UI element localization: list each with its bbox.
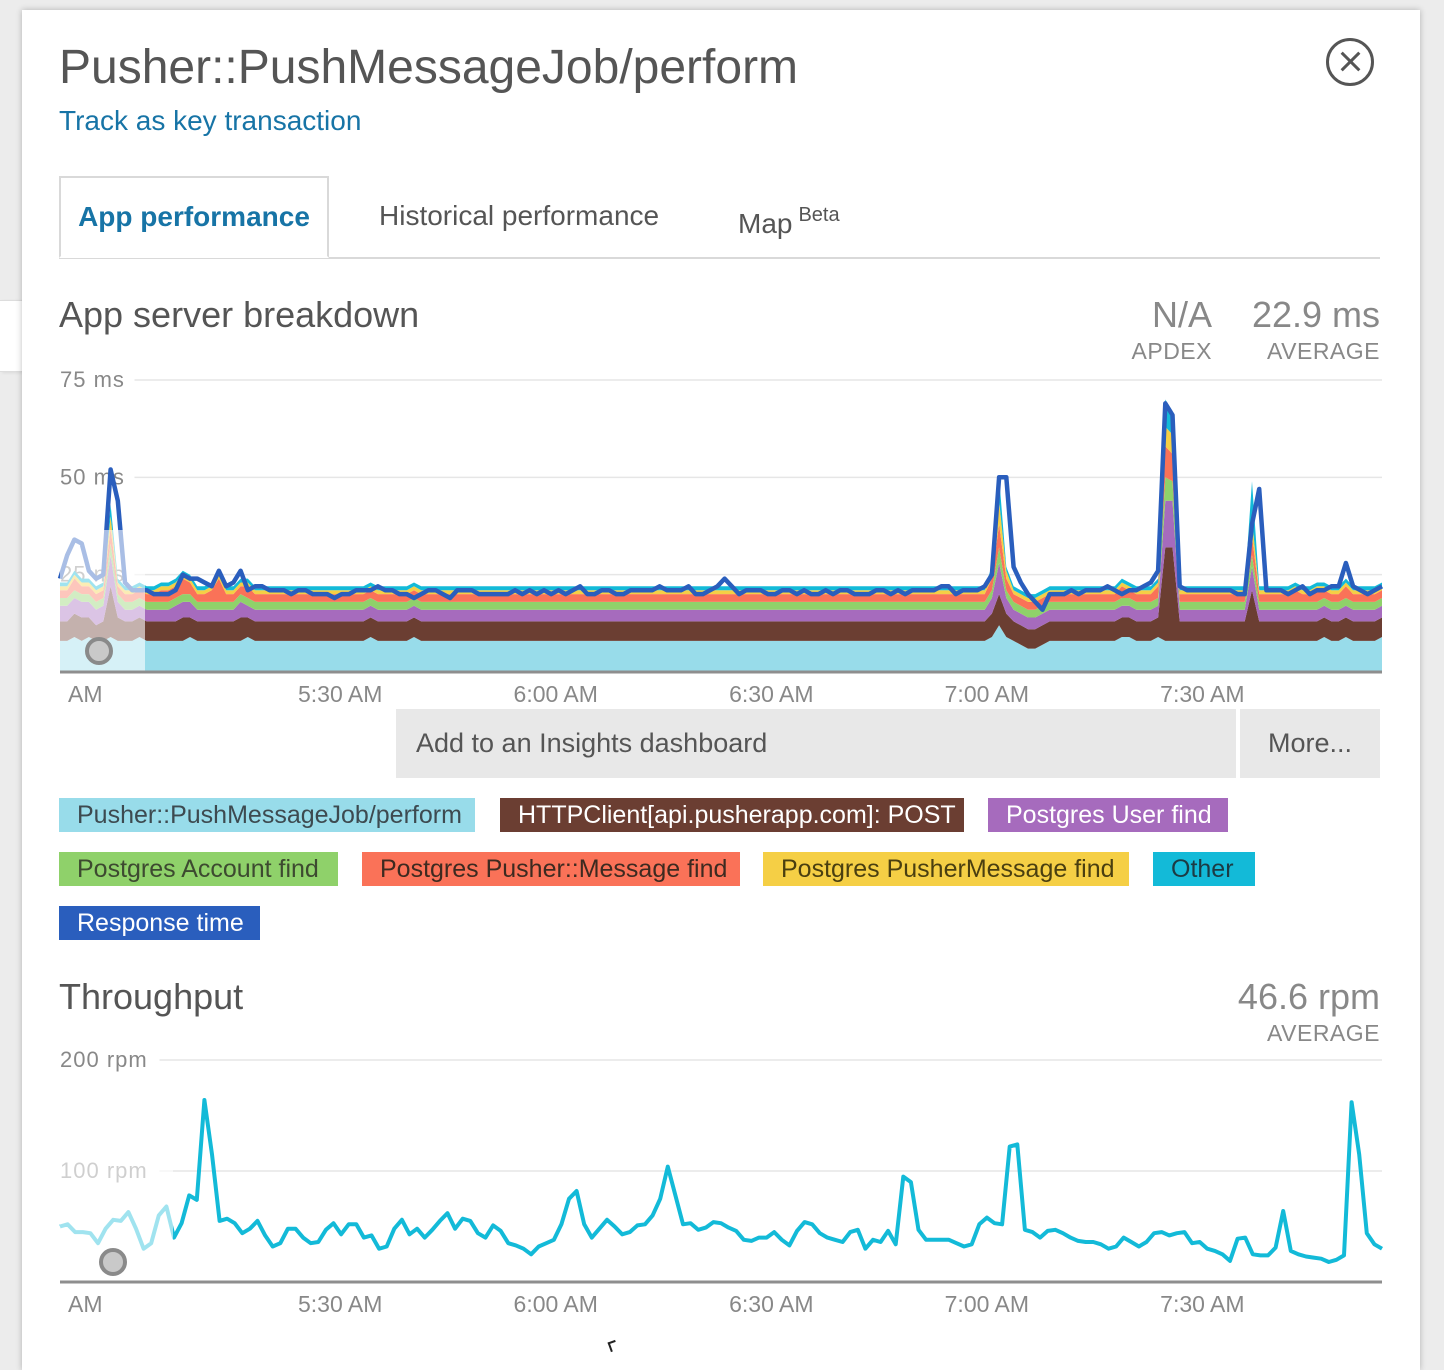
area-series: [60, 500, 1382, 630]
breakdown-title: App server breakdown: [59, 294, 420, 335]
area-series: [60, 426, 1382, 602]
x-tick-label: 7:00 AM: [945, 681, 1029, 707]
tab-map-label: Map: [738, 208, 793, 239]
add-to-insights-button[interactable]: Add to an Insights dashboard: [396, 709, 1236, 778]
area-series: [60, 399, 1382, 598]
more-button[interactable]: More...: [1240, 709, 1380, 778]
apdex-value: N/A: [1151, 294, 1212, 335]
x-tick-label: 6:00 AM: [514, 1291, 598, 1317]
legend-item-postgres-pushermessage-find[interactable]: Postgres PusherMessage find: [763, 852, 1129, 886]
beta-badge: Beta: [798, 204, 840, 226]
x-tick-label: 6:00 AM: [514, 681, 598, 707]
throughput-title: Throughput: [59, 976, 244, 1017]
throughput-line: [59, 1098, 1384, 1264]
close-icon[interactable]: [1326, 38, 1374, 86]
y-tick-label: 200 rpm: [60, 1047, 148, 1072]
y-tick-label: 75 ms: [60, 367, 125, 392]
legend-item-other[interactable]: Other: [1153, 852, 1255, 886]
tab-map[interactable]: Map Beta: [738, 204, 840, 240]
breakdown-average-value: 22.9 ms: [1251, 294, 1380, 335]
range-handle-icon: [85, 637, 113, 665]
x-tick-label: AM: [68, 681, 103, 707]
x-tick-label: 6:30 AM: [729, 681, 813, 707]
transaction-detail-panel: Pusher::PushMessageJob/perform Track as …: [22, 10, 1420, 1370]
legend-item-pushmessagejob[interactable]: Pusher::PushMessageJob/perform: [59, 798, 475, 832]
throughput-chart[interactable]: 200 rpm100 rpmAM5:30 AM6:00 AM6:30 AM7:0…: [22, 1035, 1420, 1335]
track-key-transaction-link[interactable]: Track as key transaction: [59, 105, 361, 137]
tab-app-performance[interactable]: App performance: [59, 176, 329, 258]
legend-item-httpclient-post[interactable]: HTTPClient[api.pusherapp.com]: POST: [500, 798, 964, 832]
breakdown-chart[interactable]: 75 ms50 ms25 msAM5:30 AM6:00 AM6:30 AM7:…: [22, 350, 1420, 720]
legend-item-response-time[interactable]: Response time: [59, 906, 260, 940]
tab-historical-performance[interactable]: Historical performance: [379, 200, 659, 232]
range-handle-icon: [99, 1248, 127, 1276]
legend-item-postgres-account-find[interactable]: Postgres Account find: [59, 852, 338, 886]
response-time-line: [57, 401, 1384, 612]
x-tick-label: 5:30 AM: [298, 1291, 382, 1317]
x-tick-label: 5:30 AM: [298, 681, 382, 707]
x-tick-label: 7:30 AM: [1160, 1291, 1244, 1317]
legend-item-postgres-pusher-message-find[interactable]: Postgres Pusher::Message find: [362, 852, 740, 886]
page-title: Pusher::PushMessageJob/perform: [59, 41, 799, 94]
x-tick-label: 7:30 AM: [1160, 681, 1244, 707]
throughput-average-value: 46.6 rpm: [1237, 976, 1380, 1017]
x-tick-label: 6:30 AM: [729, 1291, 813, 1317]
legend-item-postgres-user-find[interactable]: Postgres User find: [988, 798, 1228, 832]
x-tick-label: AM: [68, 1291, 103, 1317]
x-tick-label: 7:00 AM: [945, 1291, 1029, 1317]
